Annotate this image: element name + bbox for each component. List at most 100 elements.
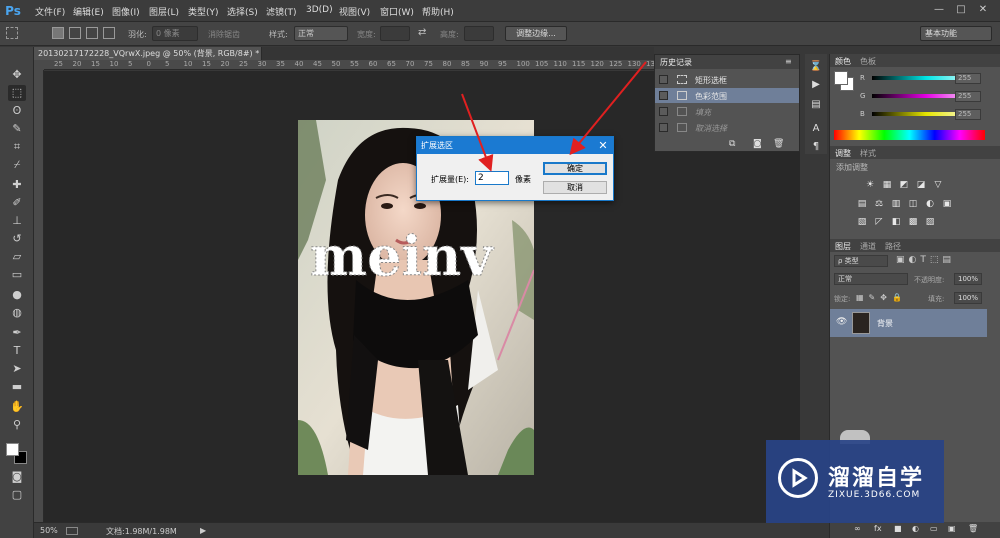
menu-layer[interactable]: 图层(L) [149, 5, 179, 18]
menu-select[interactable]: 选择(S) [227, 5, 258, 18]
foreground-color-swatch[interactable] [6, 443, 19, 456]
refine-edge-button[interactable]: 调整边缘... [505, 26, 567, 41]
swap-icon[interactable]: ⇄ [418, 27, 426, 38]
history-item[interactable]: 取消选择 [655, 120, 799, 135]
zoom-tool-icon[interactable]: ⚲ [8, 417, 26, 433]
adjustment-layer-icon[interactable]: ◐ [912, 524, 919, 533]
new-document-from-state-icon[interactable]: ⧉ [729, 139, 735, 149]
color-lookup-icon[interactable]: ▣ [941, 199, 953, 210]
blend-mode-select[interactable]: 正常 [834, 273, 908, 285]
menu-type[interactable]: 类型(Y) [188, 5, 219, 18]
tab-adjustments[interactable]: 调整 [835, 148, 851, 159]
color-spectrum-bar[interactable] [834, 130, 985, 140]
opacity-input[interactable]: 100% [954, 273, 982, 285]
levels-icon[interactable]: ▦ [881, 180, 893, 191]
pen-tool-icon[interactable]: ✒ [8, 325, 26, 341]
quick-select-tool-icon[interactable]: ✎ [8, 121, 26, 137]
style-select[interactable]: 正常 [294, 26, 348, 41]
screen-mode-icon[interactable]: ▢ [8, 487, 26, 503]
document-tab[interactable]: 20130217172228_VQrwX.jpeg @ 50% (背景, RGB… [34, 47, 262, 60]
delete-layer-icon[interactable]: 🗑 [968, 524, 978, 533]
intersect-selection-icon[interactable] [103, 27, 115, 39]
history-brush-tool-icon[interactable]: ↺ [8, 231, 26, 247]
new-layer-icon[interactable]: ▣ [948, 524, 956, 533]
menu-3d[interactable]: 3D(D) [306, 5, 333, 15]
character-dock-icon[interactable]: A [809, 122, 823, 136]
history-item-selected[interactable]: 色彩范围 [655, 88, 799, 103]
dodge-tool-icon[interactable]: ◍ [8, 305, 26, 321]
blur-tool-icon[interactable]: ● [8, 287, 26, 303]
move-tool-icon[interactable]: ✥ [8, 67, 26, 83]
hue-saturation-icon[interactable]: ▤ [856, 199, 868, 210]
history-item[interactable]: 填充 [655, 104, 799, 119]
close-button[interactable]: ✕ [974, 3, 992, 17]
history-panel-title[interactable]: 历史记录 [660, 57, 692, 68]
tab-layers[interactable]: 图层 [835, 241, 851, 252]
delete-state-icon[interactable]: 🗑 [773, 139, 784, 149]
fill-input[interactable]: 100% [954, 292, 982, 304]
channel-r-value[interactable]: 255 [955, 73, 981, 84]
zoom-level[interactable]: 50% [40, 526, 58, 535]
menu-edit[interactable]: 编辑(E) [73, 5, 104, 18]
dialog-close-icon[interactable]: ✕ [596, 137, 610, 154]
posterize-icon[interactable]: ◸ [873, 217, 885, 228]
link-layers-icon[interactable]: ∞ [854, 524, 861, 533]
panel-menu-icon[interactable]: ≡ [785, 57, 792, 66]
height-input[interactable] [464, 26, 494, 41]
channel-mixer-icon[interactable]: ◐ [924, 199, 936, 210]
invert-icon[interactable]: ▧ [856, 217, 868, 228]
tab-channels[interactable]: 通道 [860, 241, 876, 252]
layer-kind-filter[interactable]: ρ 类型 [834, 255, 888, 267]
rect-marquee-tool-icon[interactable]: ⬚ [8, 85, 26, 101]
restore-button[interactable]: □ [952, 3, 970, 17]
new-selection-icon[interactable] [52, 27, 64, 39]
menu-view[interactable]: 视图(V) [339, 5, 370, 18]
tab-color[interactable]: 颜色 [835, 56, 851, 67]
history-dock-icon[interactable]: ⌛ [809, 60, 823, 74]
threshold-icon[interactable]: ◧ [890, 217, 902, 228]
black-white-icon[interactable]: ▥ [890, 199, 902, 210]
menu-filter[interactable]: 滤镜(T) [266, 5, 297, 18]
lock-icons[interactable]: ▦✎✥🔒 [856, 293, 907, 302]
layer-row-background[interactable]: 👁 背景 [830, 309, 987, 337]
properties-dock-icon[interactable]: ▤ [809, 98, 823, 112]
lasso-tool-icon[interactable]: ʘ [8, 103, 26, 119]
hand-tool-icon[interactable]: ✋ [8, 399, 26, 415]
vibrance-icon[interactable]: ▽ [932, 180, 944, 191]
status-menu-arrow-icon[interactable]: ▶ [200, 526, 206, 535]
eraser-tool-icon[interactable]: ▱ [8, 249, 26, 265]
antialias-label[interactable]: 消除锯齿 [208, 29, 240, 40]
ok-button[interactable]: 确定 [543, 162, 607, 175]
feather-input[interactable]: 0 像素 [152, 26, 198, 41]
menu-image[interactable]: 图像(I) [112, 5, 140, 18]
layer-style-icon[interactable]: fx [874, 524, 882, 533]
eyedropper-tool-icon[interactable]: ⌿ [8, 157, 26, 173]
channel-g-value[interactable]: 255 [955, 91, 981, 102]
shape-tool-icon[interactable]: ▬ [8, 379, 26, 395]
tab-paths[interactable]: 路径 [885, 241, 901, 252]
layer-mask-icon[interactable]: ■ [894, 524, 902, 533]
color-balance-icon[interactable]: ⚖ [873, 199, 885, 210]
cancel-button[interactable]: 取消 [543, 181, 607, 194]
marquee-preset-icon[interactable] [6, 27, 18, 39]
minimize-button[interactable]: — [930, 3, 948, 17]
selective-color-icon[interactable]: ▩ [907, 217, 919, 228]
path-select-tool-icon[interactable]: ➤ [8, 361, 26, 377]
curves-icon[interactable]: ◩ [898, 180, 910, 191]
photo-filter-icon[interactable]: ◫ [907, 199, 919, 210]
history-source-checkbox[interactable] [659, 91, 668, 100]
layer-name[interactable]: 背景 [877, 318, 893, 329]
history-item[interactable]: 矩形选框 [655, 72, 799, 87]
history-source-checkbox[interactable] [659, 75, 668, 84]
history-source-checkbox[interactable] [659, 107, 668, 116]
brush-tool-icon[interactable]: ✐ [8, 195, 26, 211]
gradient-tool-icon[interactable]: ▭ [8, 267, 26, 283]
clone-stamp-tool-icon[interactable]: ⊥ [8, 213, 26, 229]
history-source-checkbox[interactable] [659, 123, 668, 132]
width-input[interactable] [380, 26, 410, 41]
tab-styles[interactable]: 样式 [860, 148, 876, 159]
crop-tool-icon[interactable]: ⌗ [8, 139, 26, 155]
fg-color-chip[interactable] [834, 71, 848, 85]
type-tool-icon[interactable]: T [8, 343, 26, 359]
brightness-icon[interactable]: ☀ [864, 180, 876, 191]
